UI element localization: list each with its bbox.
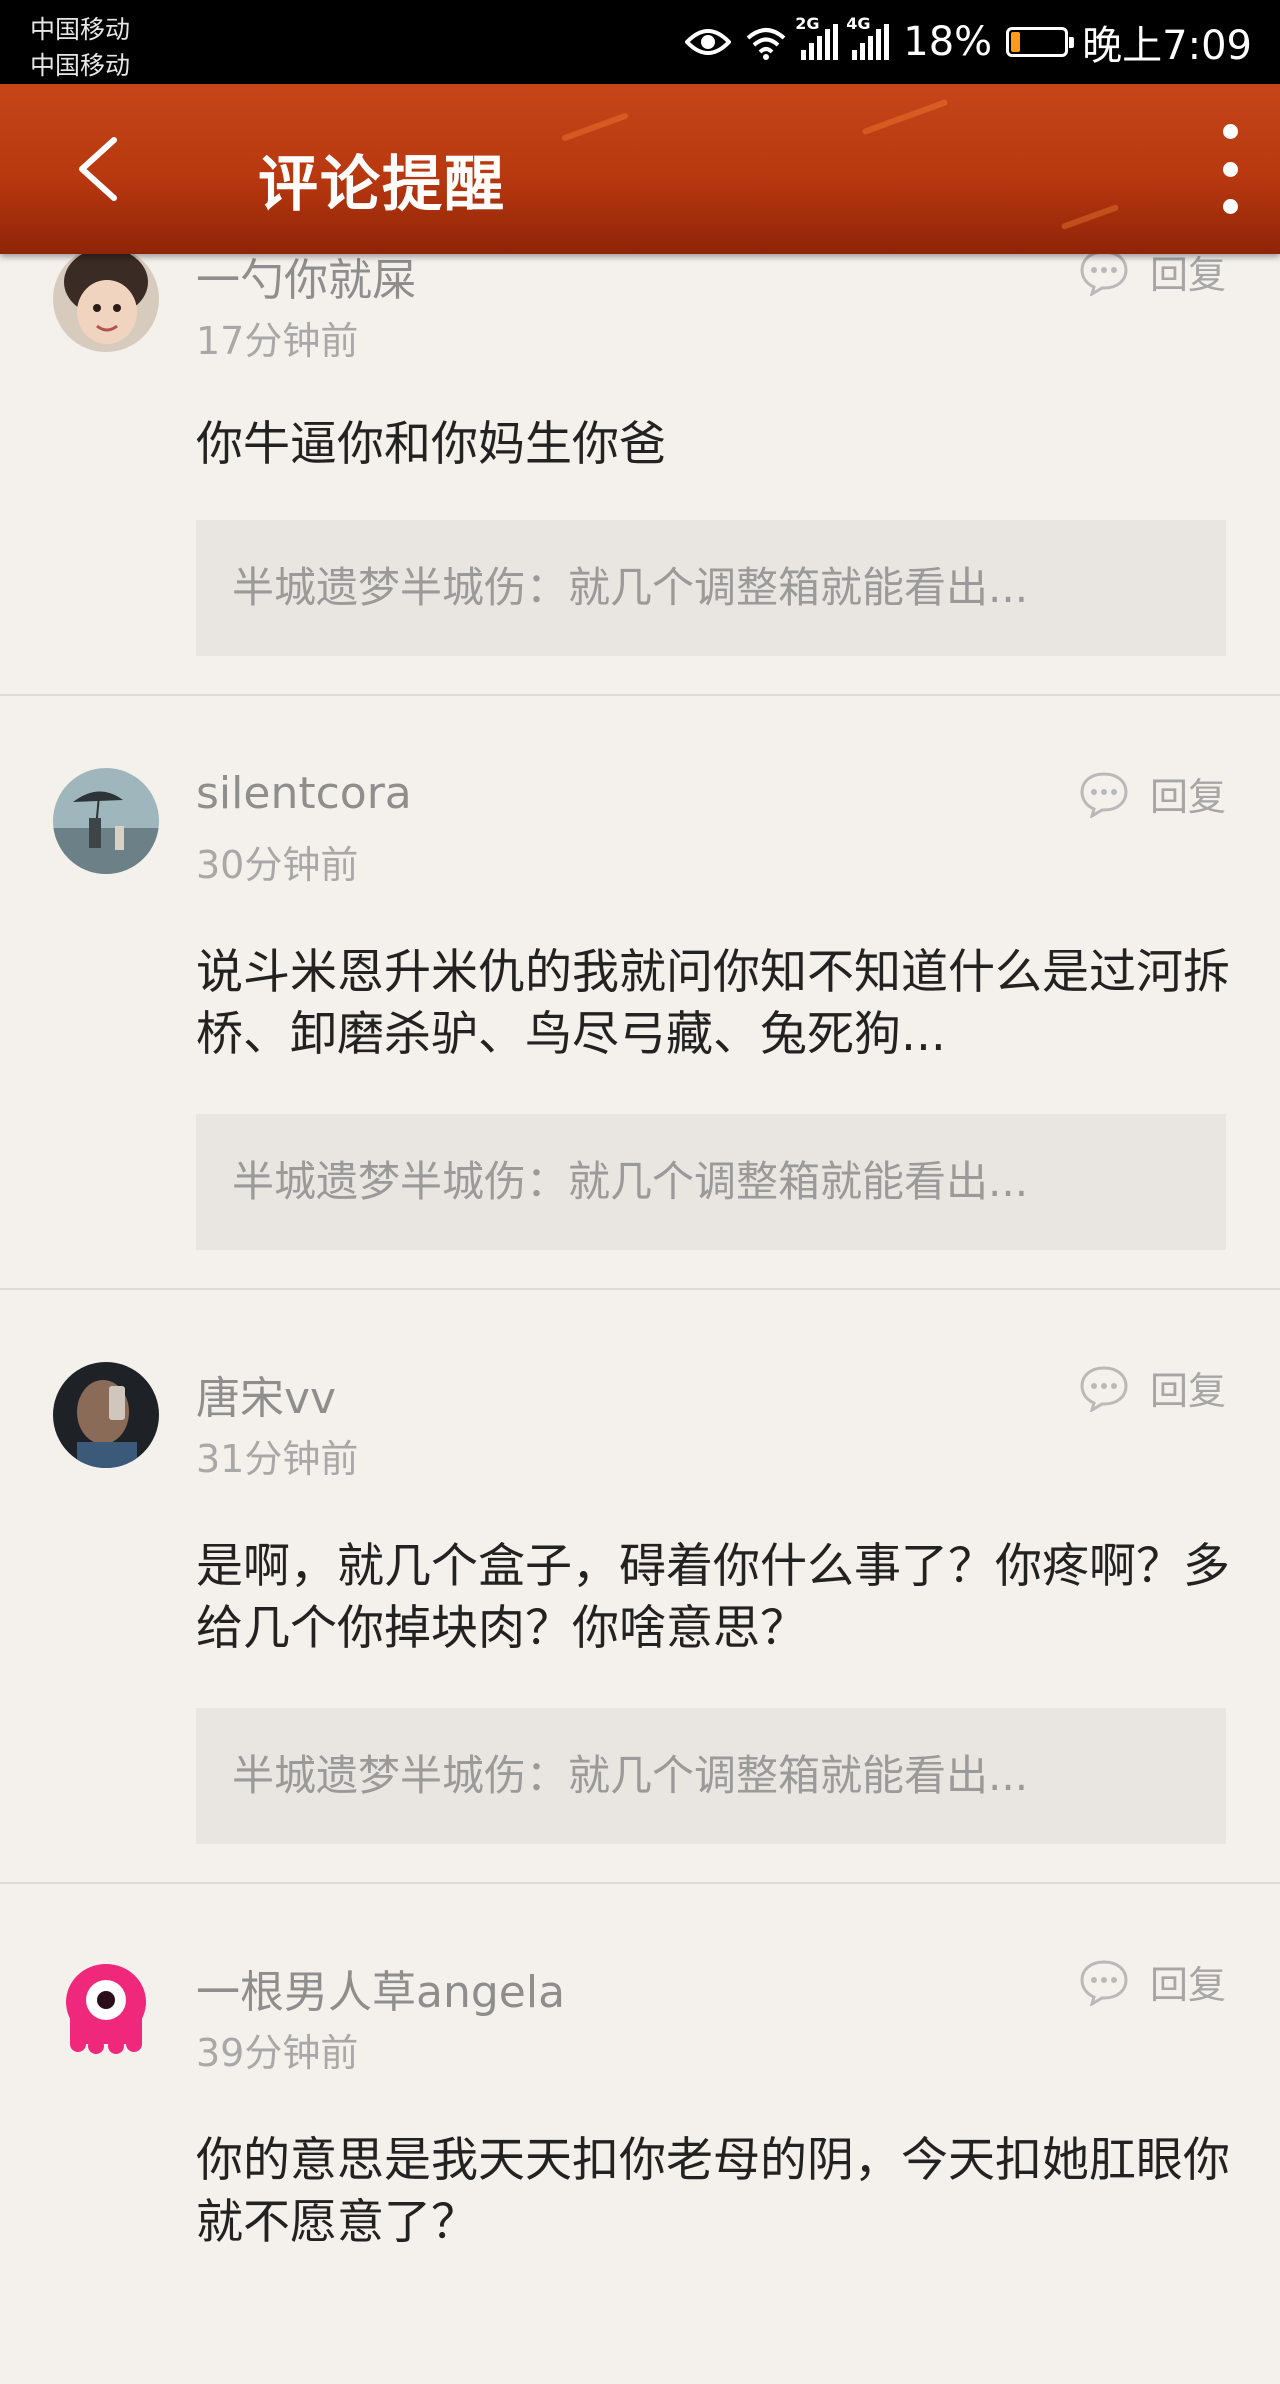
comment-bubble-icon — [1080, 1365, 1128, 1412]
comment-content: 你牛逼你和你妈生你爸 — [196, 417, 666, 472]
clock: 晚上7:09 — [1082, 23, 1252, 69]
battery-percent: 18% — [903, 19, 993, 65]
sim1-network-type: 2G — [795, 14, 820, 33]
eye-icon — [685, 29, 732, 55]
comment-list: 一勺你就屎 回复 17分钟前 你牛逼你和你妈生你爸 半城遗梦半城伤：就几个调整箱… — [0, 246, 1280, 2384]
back-button[interactable] — [70, 134, 130, 204]
avatar[interactable] — [53, 1956, 159, 2062]
more-vertical-icon[interactable] — [1210, 124, 1250, 214]
quoted-original-comment[interactable]: 半城遗梦半城伤：就几个调整箱就能看出... — [196, 520, 1226, 656]
commenter-name[interactable]: silentcora — [196, 768, 412, 819]
reply-label: 回复 — [1149, 1369, 1226, 1413]
comment-bubble-icon — [1080, 1959, 1128, 2006]
reply-label: 回复 — [1149, 1963, 1226, 2007]
avatar[interactable] — [53, 768, 159, 874]
sim2-network-type: 4G — [846, 14, 871, 33]
comment-bubble-icon — [1080, 249, 1128, 296]
list-item[interactable]: silentcora 回复 30分钟前 说斗米恩升米仇的我就问你知不知道什么是过… — [0, 696, 1280, 1290]
comment-time: 39分钟前 — [196, 2031, 359, 2075]
battery-icon — [1006, 27, 1075, 57]
reply-button[interactable]: 回复 — [1078, 1954, 1226, 2009]
app-header: 评论提醒 — [0, 84, 1280, 254]
reply-button[interactable]: 回复 — [1078, 766, 1226, 821]
wifi-icon — [746, 28, 786, 60]
mascot-avatar-icon — [53, 1956, 159, 2062]
comment-content: 你的意思是我天天扣你老母的阴，今天扣她肛眼你就不愿意了？ — [196, 2133, 1230, 2250]
comment-bubble-icon — [1080, 771, 1128, 818]
comment-time: 31分钟前 — [196, 1437, 359, 1481]
quoted-original-comment[interactable]: 半城遗梦半城伤：就几个调整箱就能看出... — [196, 1708, 1226, 1844]
list-item[interactable]: 唐宋vv 回复 31分钟前 是啊，就几个盒子，碍着你什么事了？你疼啊？多给几个你… — [0, 1290, 1280, 1884]
comment-content: 是啊，就几个盒子，碍着你什么事了？你疼啊？多给几个你掉块肉？你啥意思？ — [196, 1539, 1230, 1656]
reply-button[interactable]: 回复 — [1078, 1360, 1226, 1415]
commenter-name[interactable]: 唐宋vv — [196, 1362, 336, 1426]
chevron-left-icon — [79, 137, 117, 201]
signal-icon-sim1: 2G — [795, 14, 839, 60]
comment-content: 说斗米恩升米仇的我就问你知不知道什么是过河拆桥、卸磨杀驴、鸟尽弓藏、兔死狗... — [196, 945, 1230, 1062]
page-title: 评论提醒 — [258, 150, 506, 220]
reply-label: 回复 — [1149, 775, 1226, 819]
avatar[interactable] — [53, 1362, 159, 1468]
commenter-name[interactable]: 一根男人草angela — [196, 1956, 565, 2020]
comment-time: 30分钟前 — [196, 843, 359, 887]
avatar[interactable] — [53, 246, 159, 352]
carrier-label-2: 中国移动 — [30, 51, 131, 80]
status-bar: 中国移动 中国移动 2G 4G 18% 晚上7:09 — [0, 0, 1280, 84]
list-item[interactable]: 一勺你就屎 回复 17分钟前 你牛逼你和你妈生你爸 半城遗梦半城伤：就几个调整箱… — [0, 246, 1280, 696]
comment-time: 17分钟前 — [196, 319, 359, 363]
signal-icon-sim2: 4G — [846, 14, 890, 60]
quoted-original-comment[interactable]: 半城遗梦半城伤：就几个调整箱就能看出... — [196, 1114, 1226, 1250]
carrier-label-1: 中国移动 — [30, 15, 131, 44]
list-item[interactable]: 一根男人草angela 回复 39分钟前 你的意思是我天天扣你老母的阴，今天扣她… — [0, 1884, 1280, 2384]
